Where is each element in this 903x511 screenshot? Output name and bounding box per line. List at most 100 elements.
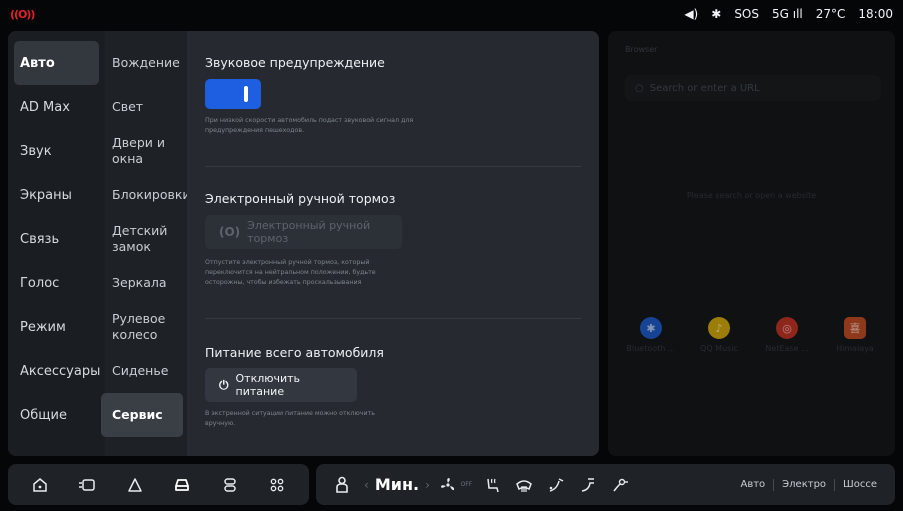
apps-grid-button[interactable] — [262, 470, 292, 500]
front-defrost-button[interactable] — [508, 470, 540, 500]
mode-electric[interactable]: Электро — [774, 479, 834, 490]
subnav-item-child-lock[interactable]: Детский замок — [105, 217, 183, 261]
nav-item-accessories[interactable]: Аксессуары — [14, 349, 101, 393]
dock-left — [8, 464, 309, 505]
nav-item-label: Аксессуары — [20, 363, 101, 379]
power-off-button-label: Отключить питание — [235, 372, 301, 398]
subnav-item-seat[interactable]: Сиденье — [105, 349, 183, 393]
display-button[interactable] — [72, 470, 102, 500]
airflow-face-icon — [581, 477, 594, 492]
parking-brake-button-label: Электронный ручной тормоз — [247, 219, 371, 245]
parking-brake-description: Отпустите электронный ручной тормоз, кот… — [205, 259, 376, 286]
screen: ((O)) ◀) ✱ SOS 5G ıll 27°C 18:00 Авто AD… — [0, 0, 903, 511]
airflow-feet-button[interactable] — [604, 470, 636, 500]
car-button[interactable] — [167, 470, 197, 500]
seat-heat-button[interactable] — [326, 470, 358, 500]
fan-off-label: OFF — [460, 481, 473, 488]
subnav-item-driving[interactable]: Вождение — [105, 41, 183, 85]
vehicle-control-icon — [224, 477, 236, 492]
subnav-item-label: Вождение — [112, 55, 180, 70]
airflow-windshield-button[interactable] — [540, 470, 572, 500]
primary-nav-list: Авто AD Max Звук Экраны Связь Голос Режи… — [8, 31, 105, 437]
subnav-item-locks[interactable]: Блокировки — [105, 173, 191, 217]
seat-heating-button[interactable] — [476, 470, 508, 500]
subnav-item-label: Зеркала — [112, 275, 167, 290]
nav-item-auto[interactable]: Авто — [14, 41, 99, 85]
seat-person-icon — [336, 476, 348, 493]
section-divider — [205, 166, 581, 167]
subnav-item-doors-windows[interactable]: Двери и окна — [105, 129, 183, 173]
seat-heating-icon — [487, 478, 499, 492]
fan-speed-increase[interactable]: › — [425, 478, 430, 492]
subnav-item-label: Блокировки — [112, 187, 191, 202]
status-right-group: ◀) ✱ SOS 5G ıll 27°C 18:00 — [684, 7, 893, 21]
nav-item-label: Режим — [20, 319, 66, 335]
temperature: 27°C — [815, 7, 846, 21]
browser-panel[interactable]: Browser ○ Search or enter a URL Please s… — [608, 31, 895, 456]
nav-item-mode[interactable]: Режим — [14, 305, 99, 349]
airflow-windshield-icon — [549, 477, 564, 492]
fan-speed-decrease[interactable]: ‹ — [364, 478, 369, 492]
primary-nav: Авто AD Max Звук Экраны Связь Голос Режи… — [8, 31, 105, 456]
nav-item-sound[interactable]: Звук — [14, 129, 99, 173]
nav-item-voice[interactable]: Голос — [14, 261, 99, 305]
fan-button[interactable]: OFF — [436, 470, 476, 500]
fan-speed-control: ‹ Мин. › — [364, 475, 430, 494]
subnav-item-label: Детский замок — [112, 223, 168, 254]
navigation-icon — [128, 477, 142, 492]
nav-item-label: Звук — [20, 143, 52, 159]
nav-item-general[interactable]: Общие — [14, 393, 99, 437]
vehicle-power-description: В экстренной ситуации питание можно откл… — [205, 410, 375, 427]
nav-item-label: Общие — [20, 407, 67, 423]
airflow-face-button[interactable] — [572, 470, 604, 500]
nav-item-label: Экраны — [20, 187, 72, 203]
nav-item-connection[interactable]: Связь — [14, 217, 99, 261]
parking-brake-title: Электронный ручной тормоз — [205, 191, 396, 206]
subnav-item-label: Сервис — [112, 407, 163, 422]
home-icon — [33, 477, 47, 492]
mode-highway[interactable]: Шоссе — [835, 479, 885, 490]
nav-item-label: AD Max — [20, 99, 70, 115]
vehicle-power-title: Питание всего автомобиля — [205, 345, 384, 360]
bluetooth-icon[interactable]: ✱ — [711, 7, 721, 21]
display-icon — [79, 478, 95, 491]
airflow-feet-icon — [613, 478, 628, 491]
sound-warning-title: Звуковое предупреждение — [205, 55, 385, 70]
nav-item-label: Связь — [20, 231, 60, 247]
section-divider — [205, 318, 581, 319]
sound-warning-description: При низкой скорости автомобиль подаст зв… — [205, 117, 414, 134]
network-signal: 5G ıll — [772, 7, 803, 21]
subnav-item-label: Сиденье — [112, 363, 169, 378]
nav-item-label: Голос — [20, 275, 60, 291]
nav-item-label: Авто — [20, 55, 55, 71]
toggle-knob — [244, 86, 248, 102]
apps-grid-icon — [270, 478, 284, 491]
nav-item-screens[interactable]: Экраны — [14, 173, 99, 217]
subnav-item-steering-wheel[interactable]: Рулевое колесо — [105, 305, 183, 349]
status-bar: ((O)) ◀) ✱ SOS 5G ıll 27°C 18:00 — [0, 0, 903, 28]
navigation-button[interactable] — [120, 470, 150, 500]
sound-warning-toggle[interactable] — [205, 79, 261, 109]
secondary-nav: Вождение Свет Двери и окна Блокировки Де… — [101, 31, 191, 456]
browser-dim-overlay — [608, 31, 895, 456]
home-button[interactable] — [25, 470, 55, 500]
subnav-item-lights[interactable]: Свет — [105, 85, 183, 129]
climate-mode-group: Авто Электро Шоссе — [732, 478, 885, 491]
vehicle-control-button[interactable] — [215, 470, 245, 500]
subnav-item-label: Рулевое колесо — [112, 311, 166, 342]
parking-brake-button[interactable]: (O) Электронный ручной тормоз — [205, 215, 402, 249]
power-off-button[interactable]: ⏻ Отключить питание — [205, 368, 357, 402]
nav-item-ad-max[interactable]: AD Max — [14, 85, 99, 129]
power-icon: ⏻ — [219, 377, 229, 392]
car-icon — [175, 478, 190, 491]
settings-panel: Авто AD Max Звук Экраны Связь Голос Режи… — [8, 31, 599, 456]
subnav-item-label: Свет — [112, 99, 144, 114]
volume-icon[interactable]: ◀) — [684, 7, 698, 21]
subnav-item-mirrors[interactable]: Зеркала — [105, 261, 183, 305]
sos-button[interactable]: SOS — [734, 7, 759, 21]
secondary-nav-list: Вождение Свет Двери и окна Блокировки Де… — [101, 31, 191, 437]
subnav-item-service[interactable]: Сервис — [101, 393, 183, 437]
fan-speed-value: Мин. — [374, 475, 420, 494]
subnav-item-label: Двери и окна — [112, 135, 165, 166]
mode-auto[interactable]: Авто — [732, 479, 773, 490]
